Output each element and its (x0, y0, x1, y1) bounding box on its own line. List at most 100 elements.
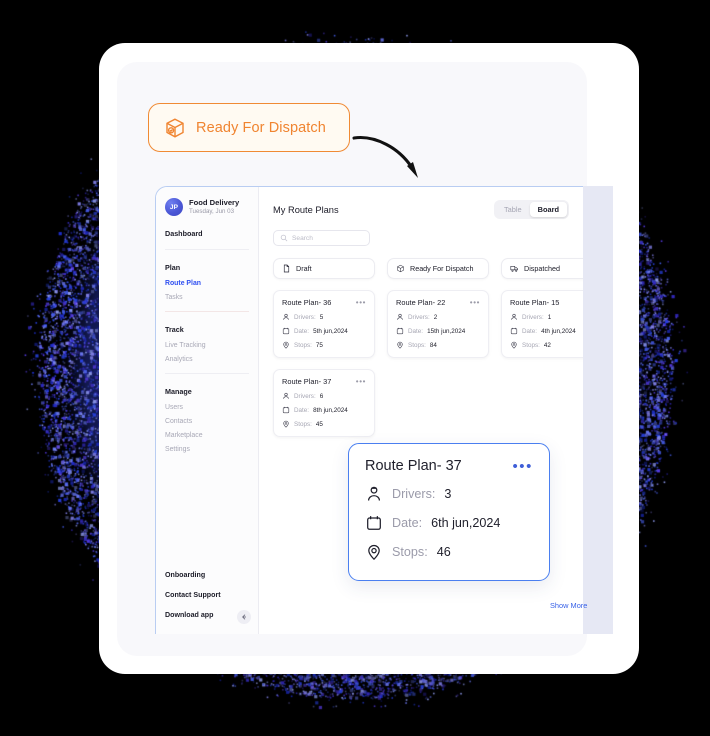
date-value: 5th jun,2024 (313, 327, 348, 335)
card-stops-row: Stops: 42 (510, 341, 583, 349)
calendar-icon (282, 406, 290, 414)
card-title: Route Plan- 22 (396, 298, 446, 307)
drivers-value: 6 (319, 392, 324, 400)
drivers-label: Drivers: (294, 392, 316, 400)
highlighted-route-plan-card[interactable]: Route Plan- 37 ••• Drivers: 3 Date: 6th … (348, 443, 550, 581)
card-drivers-row: Drivers: 5 (282, 313, 366, 321)
sidebar-item-live-tracking[interactable]: Live Tracking (165, 338, 249, 352)
card-drivers-row: Drivers: 2 (396, 313, 480, 321)
workspace-profile[interactable]: JP Food Delivery Tuesday, Jun 03 (156, 198, 258, 216)
driver-icon (397, 313, 403, 320)
column-header[interactable]: Ready For Dispatch (387, 258, 489, 279)
more-horizontal-icon[interactable]: ••• (356, 298, 366, 307)
more-horizontal-icon[interactable]: ••• (356, 377, 366, 386)
stops-label: Stops: (522, 341, 540, 349)
date-label: Date: (408, 327, 424, 335)
route-plan-card[interactable]: Route Plan- 36 ••• Drivers: 5 Date: 5th … (273, 290, 375, 358)
stops-label: Stops: (392, 545, 428, 559)
sidebar-item-settings[interactable]: Settings (165, 442, 249, 456)
truck-icon (510, 265, 518, 272)
sidebar-item-users[interactable]: Users (165, 400, 249, 414)
drivers-label: Drivers: (392, 487, 436, 501)
date-label: Date: (294, 327, 310, 335)
window-cut-strip (583, 186, 613, 634)
sidebar-item-contacts[interactable]: Contacts (165, 414, 249, 428)
card-stops-row: Stops: 84 (396, 341, 480, 349)
ready-for-dispatch-callout[interactable]: Ready For Dispatch (148, 103, 350, 152)
show-more-link[interactable]: Show More (550, 601, 587, 610)
stops-value: 46 (436, 545, 451, 559)
column-header[interactable]: Draft (273, 258, 375, 279)
drivers-value: 5 (319, 313, 324, 321)
sidebar-item-analytics[interactable]: Analytics (165, 352, 249, 366)
drivers-value: 3 (444, 487, 452, 501)
workspace-date: Tuesday, Jun 03 (189, 208, 235, 216)
card-stops-row: Stops: 75 (282, 341, 366, 349)
sidebar-collapse-button[interactable] (237, 610, 251, 624)
more-horizontal-icon[interactable]: ••• (512, 459, 533, 474)
card-stops-row: Stops: 45 (282, 420, 366, 428)
calendar-icon (282, 327, 290, 335)
date-label: Date: (294, 406, 310, 414)
drivers-label: Drivers: (408, 313, 430, 321)
stops-value: 45 (315, 420, 323, 428)
driver-icon (367, 486, 381, 501)
sidebar-group-manage: Manage Users Contacts Marketplace Settin… (156, 374, 258, 456)
search-input[interactable]: Search (273, 230, 370, 246)
card-title: Route Plan- 37 (365, 458, 462, 474)
card-date-row: Date: 15th jun,2024 (396, 327, 480, 335)
stops-value: 42 (543, 341, 551, 349)
drivers-value: 2 (433, 313, 438, 321)
route-plan-card[interactable]: Route Plan- 15 ••• Drivers: 1 (501, 290, 583, 358)
avatar: JP (165, 198, 183, 216)
tab-table[interactable]: Table (496, 202, 530, 217)
callout-label: Ready For Dispatch (196, 119, 326, 136)
driver-icon (283, 392, 289, 399)
date-label: Date: (522, 327, 538, 335)
sidebar-item-marketplace[interactable]: Marketplace (165, 428, 249, 442)
card-drivers-row: Drivers: 6 (282, 392, 366, 400)
map-pin-icon (511, 341, 517, 349)
date-value: 8th jun,2024 (313, 406, 348, 414)
sidebar-item-dashboard[interactable]: Dashboard (165, 229, 249, 238)
board-column-dispatched: Dispatched Route Plan- 15 ••• Drivers: (501, 258, 583, 437)
tab-board[interactable]: Board (529, 202, 567, 217)
calendar-icon (396, 327, 404, 335)
column-header[interactable]: Dispatched (501, 258, 583, 279)
view-toggle[interactable]: Table Board (493, 200, 569, 219)
package-box-icon (397, 264, 404, 273)
column-title: Dispatched (524, 264, 560, 273)
sidebar-item-route-plan[interactable]: Route Plan (165, 276, 249, 290)
sidebar-group-plan: Plan Route Plan Tasks (156, 250, 258, 304)
route-plan-card[interactable]: Route Plan- 22 ••• Drivers: 2 Date: 15th… (387, 290, 489, 358)
more-horizontal-icon[interactable]: ••• (470, 298, 480, 307)
sidebar-item-tasks[interactable]: Tasks (165, 290, 249, 304)
calendar-icon (367, 516, 381, 530)
card-date-row: Date: 4th jun,2024 (510, 327, 583, 335)
stops-value: 75 (315, 341, 323, 349)
search-placeholder: Search (292, 234, 313, 242)
date-value: 15th jun,2024 (427, 327, 466, 335)
curved-arrow-icon (352, 136, 418, 178)
card-stops-row: Stops: 46 (365, 543, 533, 561)
stops-label: Stops: (294, 420, 312, 428)
card-drivers-row: Drivers: 1 (510, 313, 583, 321)
sidebar-item-contact-support[interactable]: Contact Support (165, 585, 249, 605)
column-title: Draft (296, 264, 312, 273)
stops-label: Stops: (294, 341, 312, 349)
package-box-icon (166, 117, 184, 138)
map-pin-icon (397, 341, 403, 349)
calendar-icon (510, 327, 518, 335)
card-drivers-row: Drivers: 3 (365, 485, 533, 503)
map-pin-icon (368, 544, 380, 561)
sidebar-item-onboarding[interactable]: Onboarding (165, 565, 249, 585)
card-date-row: Date: 5th jun,2024 (282, 327, 366, 335)
card-date-row: Date: 6th jun,2024 (365, 514, 533, 532)
driver-icon (511, 313, 517, 320)
date-value: 4th jun,2024 (541, 327, 576, 335)
card-title: Route Plan- 36 (282, 298, 332, 307)
map-pin-icon (283, 420, 289, 428)
sidebar: JP Food Delivery Tuesday, Jun 03 Dashboa… (156, 187, 259, 634)
route-plan-card[interactable]: Route Plan- 37 ••• Drivers: 6 Date: 8th … (273, 369, 375, 437)
sidebar-group-title: Plan (165, 263, 181, 272)
